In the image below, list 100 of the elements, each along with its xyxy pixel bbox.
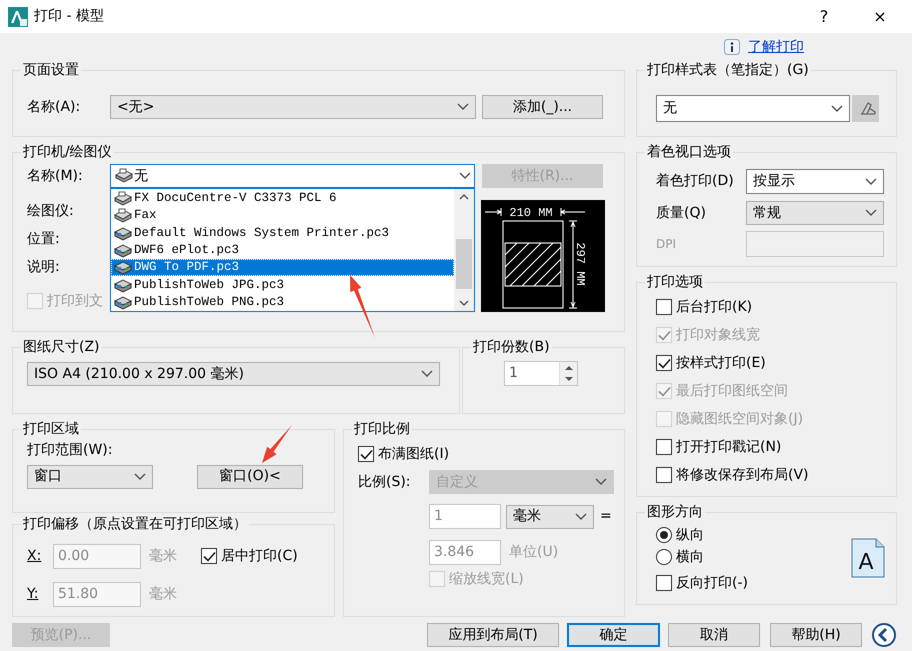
checkbox-label: 缩放线宽(L) <box>449 570 524 588</box>
caret-icon <box>421 370 433 378</box>
learn-link[interactable]: 了解打印 <box>748 38 804 56</box>
dropdown-item[interactable]: FX DocuCentre-V C3373 PCL 6 <box>111 190 454 208</box>
pen-icon <box>859 100 877 116</box>
field-label: 着色打印(D) <box>656 173 735 190</box>
help-button[interactable]: ? <box>804 0 844 33</box>
dialog-button[interactable]: 确定 <box>567 623 660 647</box>
caret-icon <box>575 512 587 520</box>
add-button[interactable]: 添加(_)... <box>482 95 603 119</box>
field-label: 位置: <box>27 230 61 249</box>
group-title: 打印比例 <box>353 420 411 438</box>
checkbox-label: 反向打印(-) <box>676 574 748 592</box>
printer-icon <box>114 168 134 184</box>
dropdown-item[interactable]: Default Windows System Printer.pc3 <box>111 224 454 242</box>
printer-icon <box>113 208 133 224</box>
plotter-icon <box>113 278 133 293</box>
scroll-up-icon[interactable] <box>459 193 469 200</box>
checkbox-label: 按样式打印(E) <box>676 354 766 372</box>
checkbox-label: 将修改保存到布局(V) <box>676 466 809 484</box>
plotter-icon <box>113 242 133 258</box>
dropdown-field[interactable]: 窗口 <box>27 464 153 489</box>
caret-icon <box>865 209 877 217</box>
dropdown-item[interactable]: PublishToWeb PNG.pc3 <box>111 294 454 311</box>
radio-label: 纵向 <box>676 526 704 544</box>
field-label: DPI <box>656 236 678 252</box>
checkbox-label: 打开打印戳记(N) <box>676 438 782 456</box>
scrollbar[interactable] <box>454 189 474 311</box>
group-title: 打印样式表（笔指定）(G) <box>646 61 810 79</box>
group-title: 图纸尺寸(Z) <box>22 338 101 356</box>
dropdown-field[interactable]: 常规 <box>746 201 884 225</box>
checkbox[interactable] <box>656 467 672 483</box>
group-title: 打印份数(B) <box>472 338 551 356</box>
field-label: X: <box>27 548 42 564</box>
window-title: 打印 - 模型 <box>34 8 104 25</box>
plotter-icon <box>113 226 133 241</box>
group-title: 着色视口选项 <box>646 143 732 161</box>
field-label: 名称(A): <box>27 98 82 116</box>
checkbox[interactable] <box>201 548 217 564</box>
dropdown-item[interactable]: Fax <box>111 207 454 225</box>
checkbox-label: 打印到文 <box>47 292 103 310</box>
checkbox-label: 打印对象线宽 <box>676 326 760 344</box>
caret-icon <box>457 103 469 111</box>
close-button[interactable]: × <box>860 0 900 33</box>
plotter-icon <box>113 260 133 276</box>
dropdown-item[interactable]: DWF6 ePlot.pc3 <box>111 242 454 260</box>
dropdown-field[interactable]: 毫米 <box>506 504 594 528</box>
paper-preview-drawing: 210 MM 297 MM <box>481 200 605 312</box>
equals-sign: = <box>600 508 612 525</box>
checkbox-label: 布满图纸(I) <box>378 446 450 462</box>
dropdown-field[interactable]: 按显示 <box>746 169 884 194</box>
dropdown-item[interactable]: DWG To PDF.pc3 <box>111 259 454 276</box>
unit-label: 毫米 <box>149 548 177 564</box>
radio-button[interactable] <box>656 527 672 543</box>
field-label: 名称(M): <box>27 168 84 184</box>
dropdown-field[interactable]: 无 <box>110 164 475 188</box>
radio-button[interactable] <box>656 549 672 565</box>
caret-icon <box>831 104 843 112</box>
scroll-down-icon[interactable] <box>459 300 469 307</box>
caret-icon <box>134 472 146 481</box>
field-label: Y: <box>27 586 40 603</box>
field-label: 绘图仪: <box>27 202 75 221</box>
collapse-icon[interactable] <box>872 623 896 647</box>
window-button[interactable]: 窗口(O)< <box>197 464 303 489</box>
page-icon: A <box>851 538 885 578</box>
edit-button[interactable] <box>852 95 879 122</box>
group-title: 图形方向 <box>646 503 704 521</box>
checkbox-label: 居中打印(C) <box>221 548 298 564</box>
unit-label: 单位(U) <box>509 544 558 561</box>
checkbox-label: 最后打印图纸空间 <box>676 382 788 400</box>
caret-icon <box>865 178 877 186</box>
group-title: 打印机/绘图仪 <box>22 143 113 161</box>
plotter-icon <box>113 294 133 310</box>
dialog-button[interactable]: 帮助(H) <box>770 623 862 647</box>
group-title: 打印区域 <box>22 420 80 438</box>
checkbox[interactable] <box>656 355 672 371</box>
checkbox[interactable] <box>358 446 374 462</box>
field-label: 质量(Q) <box>656 204 707 222</box>
field-label: 打印范围(W): <box>27 442 114 459</box>
checkbox-label: 后台打印(K) <box>676 298 752 316</box>
dropdown-field[interactable]: ISO A4 (210.00 x 297.00 毫米) <box>27 362 440 386</box>
info-icon <box>724 39 740 55</box>
dialog-button[interactable]: 取消 <box>668 623 760 647</box>
input-field[interactable] <box>746 231 884 257</box>
radio-label: 横向 <box>676 548 704 566</box>
unit-label: 毫米 <box>149 586 177 603</box>
group-title: 打印偏移（原点设置在可打印区域） <box>22 515 248 533</box>
caret-icon <box>459 172 471 180</box>
field-label: 说明: <box>27 258 61 277</box>
checkbox[interactable] <box>656 439 672 455</box>
checkbox[interactable] <box>656 299 672 315</box>
field-label: 比例(S): <box>358 474 412 490</box>
caret-icon <box>595 478 607 486</box>
dropdown-field[interactable]: 无 <box>656 95 850 122</box>
dropdown-item[interactable]: PublishToWeb JPG.pc3 <box>111 276 454 294</box>
group-title: 页面设置 <box>22 61 80 79</box>
dialog-button[interactable]: 应用到布局(T) <box>427 623 559 647</box>
checkbox[interactable] <box>656 575 672 591</box>
dropdown-field[interactable]: <无> <box>110 95 476 119</box>
group-title: 打印选项 <box>646 273 704 291</box>
